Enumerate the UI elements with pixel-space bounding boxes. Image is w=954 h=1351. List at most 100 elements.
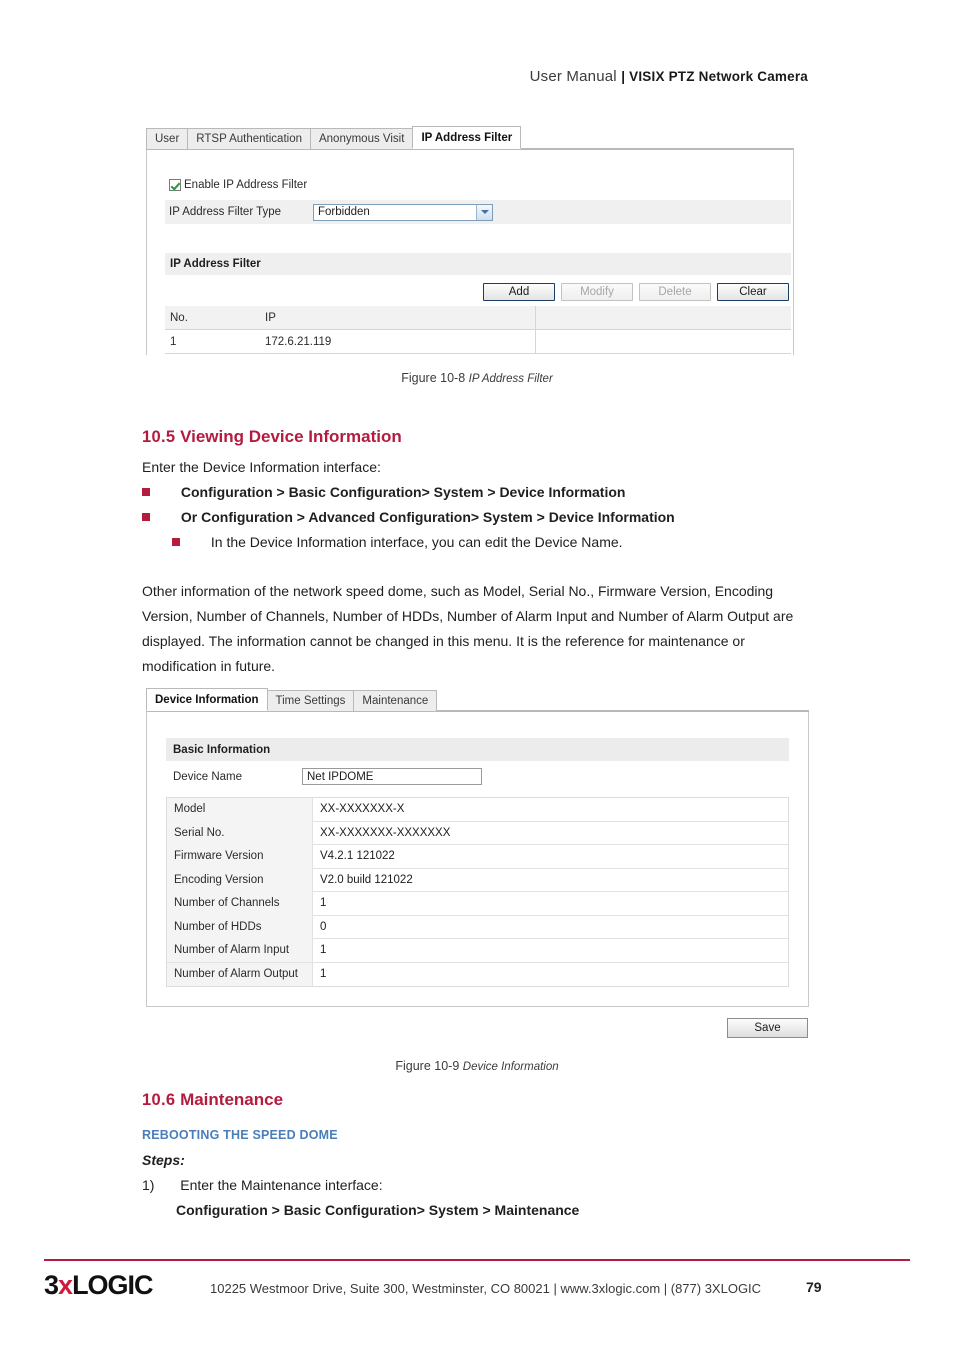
logo-part-1: 3 [44, 1270, 59, 1300]
tabstrip-system: Device Information Time Settings Mainten… [146, 688, 809, 712]
enable-ip-address-filter-label: Enable IP Address Filter [184, 179, 308, 191]
row-value-number-of-alarm-input: 1 [320, 944, 327, 957]
heading-10-6: 10.6 Maintenance [142, 1090, 283, 1110]
page-header: User Manual | VISIX PTZ Network Camera [530, 68, 808, 85]
page-header-subtitle: | VISIX PTZ Network Camera [621, 69, 808, 84]
section-10-5-paragraph: Other information of the network speed d… [142, 583, 794, 674]
step-1-path: Configuration > Basic Configuration> Sys… [176, 1202, 580, 1218]
enable-ip-address-filter-row[interactable]: Enable IP Address Filter [169, 179, 307, 191]
bullet-square-icon [142, 488, 150, 496]
bullet-item-1: Configuration > Basic Configuration> Sys… [142, 484, 625, 500]
device-name-label: Device Name [173, 770, 243, 783]
filter-type-selected-value: Forbidden [318, 206, 370, 218]
bullet-item-1-text: Configuration > Basic Configuration> Sys… [180, 484, 626, 500]
figure-10-8-caption-prefix: Figure 10-8 [401, 371, 469, 385]
row-label-firmware-version: Firmware Version [167, 844, 313, 868]
modify-button: Modify [561, 283, 633, 301]
filter-type-label: IP Address Filter Type [169, 206, 282, 218]
heading-10-5: 10.5 Viewing Device Information [142, 427, 402, 447]
steps-label: Steps: [142, 1152, 185, 1168]
tab-maintenance[interactable]: Maintenance [353, 690, 438, 711]
cell-spacer [535, 329, 791, 354]
row-value-firmware-version: V4.2.1 121022 [320, 850, 395, 863]
section-10-5-intro: Enter the Device Information interface: [142, 459, 381, 475]
table-row: Number of Channels 1 [167, 891, 788, 916]
footer-address: 10225 Westmoor Drive, Suite 300, Westmin… [210, 1281, 762, 1296]
table-row: Serial No. XX-XXXXXXX-XXXXXXX [167, 821, 788, 845]
row-label-number-of-hdds: Number of HDDs [167, 915, 313, 939]
heading-10-6-title: Maintenance [180, 1090, 284, 1109]
row-label-number-of-channels: Number of Channels [167, 891, 313, 915]
row-label-serial-no: Serial No. [167, 821, 313, 845]
row-label-model: Model [167, 797, 313, 821]
column-header-spacer [535, 305, 791, 330]
heading-10-6-number: 10.6 [142, 1091, 176, 1109]
cell-no: 1 [170, 335, 177, 348]
delete-button: Delete [639, 283, 711, 301]
basic-information-section-title: Basic Information [166, 738, 789, 761]
table-row[interactable]: 1 172.6.21.119 [165, 329, 791, 354]
figure-10-9-caption-prefix: Figure 10-9 [395, 1059, 463, 1073]
logo-part-2: LOGIC [72, 1270, 153, 1300]
row-label-encoding-version: Encoding Version [167, 868, 313, 892]
figure-device-information: Device Information Time Settings Mainten… [146, 688, 809, 1007]
tab-device-information[interactable]: Device Information [146, 688, 268, 711]
cell-ip: 172.6.21.119 [265, 335, 332, 348]
table-row: Encoding Version V2.0 build 121022 [167, 868, 788, 892]
ip-filter-panel-body: Enable IP Address Filter IP Address Filt… [146, 150, 794, 355]
figure-10-8-caption-title: IP Address Filter [468, 373, 553, 385]
tab-rtsp-authentication[interactable]: RTSP Authentication [187, 128, 311, 149]
row-value-serial-no: XX-XXXXXXX-XXXXXXX [320, 826, 451, 839]
subheading-rebooting-the-speed-dome: REBOOTING THE SPEED DOME [142, 1128, 338, 1142]
figure-10-9-caption-title: Device Information [462, 1061, 559, 1073]
table-row: Number of HDDs 0 [167, 915, 788, 939]
bullet-square-icon [142, 513, 150, 521]
step-1-text: Enter the Maintenance interface: [180, 1177, 383, 1193]
device-information-table: Model XX-XXXXXXX-X Serial No. XX-XXXXXXX… [166, 797, 789, 987]
footer-divider [44, 1259, 910, 1261]
add-button[interactable]: Add [483, 283, 555, 301]
tab-user[interactable]: User [146, 128, 189, 149]
device-name-row: Device Name Net IPDOME [166, 768, 482, 785]
filter-type-select[interactable]: Forbidden [313, 203, 493, 221]
step-1-number: 1) [142, 1177, 155, 1193]
table-row: Number of Alarm Output 1 [167, 962, 788, 986]
tabstrip-user-management: User RTSP Authentication Anonymous Visit… [146, 126, 794, 150]
page-header-title: User Manual [529, 68, 622, 85]
column-header-no: No. [170, 311, 188, 324]
table-row: Number of Alarm Input 1 [167, 938, 788, 963]
tabstrip-filler [436, 710, 809, 711]
step-1: 1) Enter the Maintenance interface: [142, 1177, 383, 1193]
row-value-number-of-hdds: 0 [320, 920, 327, 933]
table-row: Model XX-XXXXXXX-X [167, 797, 788, 822]
sub-bullet-item: In the Device Information interface, you… [172, 534, 623, 550]
figure-10-9-caption: Figure 10-9 Device Information [0, 1059, 954, 1073]
column-header-ip: IP [265, 311, 276, 324]
3xlogic-logo: 3xLOGIC [44, 1270, 154, 1300]
tab-time-settings[interactable]: Time Settings [266, 690, 355, 711]
clear-button[interactable]: Clear [717, 283, 789, 301]
save-button[interactable]: Save [727, 1018, 808, 1038]
ip-address-table: No. IP 1 172.6.21.119 [165, 305, 791, 354]
row-value-encoding-version: V2.0 build 121022 [320, 873, 413, 886]
ip-address-filter-section-title: IP Address Filter [165, 253, 791, 275]
table-row: Firmware Version V4.2.1 121022 [167, 844, 788, 869]
row-label-number-of-alarm-input: Number of Alarm Input [167, 938, 313, 962]
enable-ip-address-filter-checkbox[interactable] [169, 179, 181, 191]
bullet-item-2: Or Configuration > Advanced Configuratio… [142, 509, 675, 525]
page-number: 79 [806, 1279, 822, 1295]
bullet-item-2-text: Or Configuration > Advanced Configuratio… [180, 509, 675, 525]
figure-10-8-caption: Figure 10-8 IP Address Filter [0, 371, 954, 385]
device-name-input[interactable]: Net IPDOME [302, 768, 482, 785]
heading-10-5-number: 10.5 [142, 428, 176, 446]
table-header-row: No. IP [165, 305, 791, 330]
tab-ip-address-filter[interactable]: IP Address Filter [412, 126, 522, 149]
row-value-model: XX-XXXXXXX-X [320, 803, 405, 816]
row-label-number-of-alarm-output: Number of Alarm Output [167, 962, 313, 986]
tabstrip-filler [520, 148, 794, 149]
ip-filter-button-row: Add Modify Delete Clear [483, 283, 789, 301]
chevron-down-icon[interactable] [476, 204, 492, 220]
tab-anonymous-visit[interactable]: Anonymous Visit [309, 128, 414, 149]
heading-10-5-title: Viewing Device Information [180, 427, 402, 446]
bullet-square-icon [172, 538, 180, 546]
